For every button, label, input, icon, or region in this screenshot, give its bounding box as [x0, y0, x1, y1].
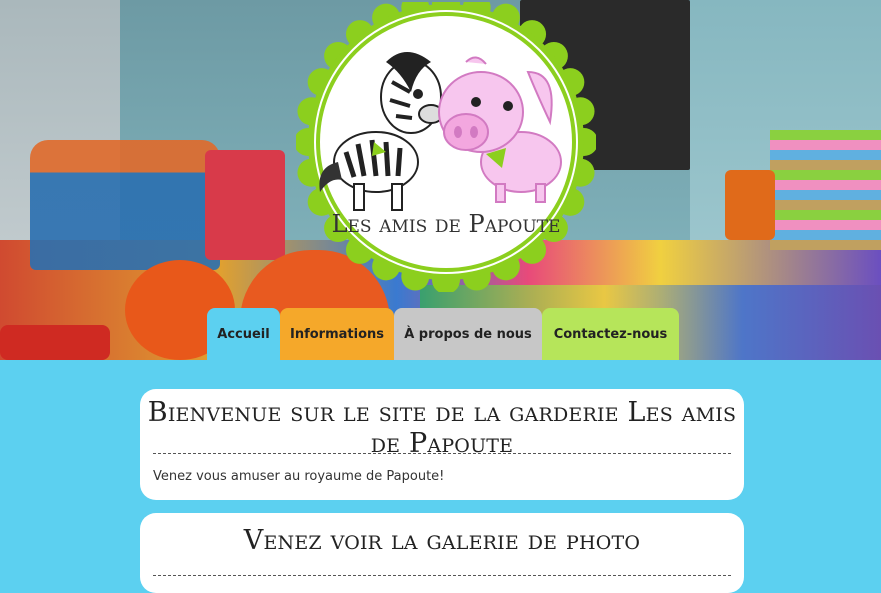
toy-bucket: [205, 150, 285, 260]
logo-badge-icon: [294, 0, 598, 294]
logo-text: Les amis de Papoute: [331, 210, 561, 238]
foam-mats-stack: [770, 130, 881, 250]
site-logo[interactable]: Les amis de Papoute: [294, 0, 598, 294]
tab-informations[interactable]: Informations: [280, 308, 394, 360]
toy-left: [0, 325, 110, 360]
tab-accueil[interactable]: Accueil: [207, 308, 280, 360]
toy-right: [725, 170, 775, 240]
welcome-text: Venez vous amuser au royaume de Papoute!: [153, 469, 445, 484]
tab-a-propos[interactable]: À propos de nous: [394, 308, 542, 360]
toy-table: [30, 140, 220, 270]
gallery-card: Venez voir la galerie de photo: [140, 513, 744, 593]
divider: [153, 453, 731, 454]
welcome-card: Bienvenue sur le site de la garderie Les…: [140, 389, 744, 500]
welcome-title: Bienvenue sur le site de la garderie Les…: [147, 397, 737, 459]
gallery-title[interactable]: Venez voir la galerie de photo: [140, 525, 744, 556]
main-nav: Accueil Informations À propos de nous Co…: [207, 308, 679, 360]
tab-contactez-nous[interactable]: Contactez-nous: [542, 308, 679, 360]
